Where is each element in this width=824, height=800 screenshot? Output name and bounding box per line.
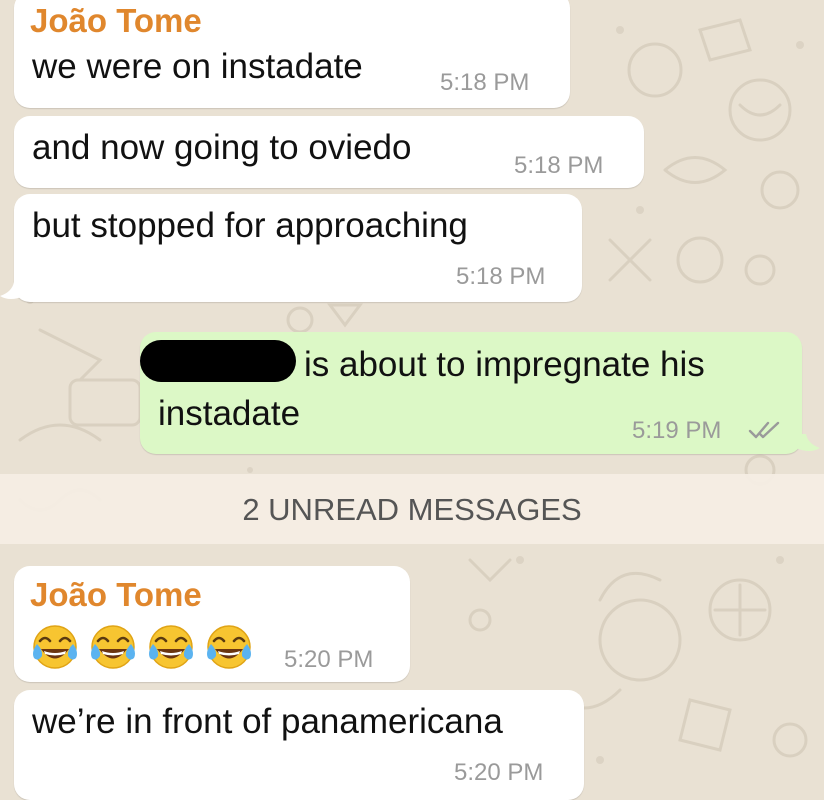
- bubble-tail: [0, 282, 24, 299]
- bubble-tail: [796, 434, 820, 451]
- message-text: and now going to oviedo: [32, 128, 412, 167]
- message-timestamp: 5:18 PM: [456, 263, 546, 290]
- unread-messages-label: 2 UNREAD MESSAGES: [242, 492, 582, 527]
- message-bubble-incoming[interactable]: and now going to oviedo 5:18 PM: [14, 116, 644, 188]
- message-bubble-incoming[interactable]: we’re in front of panamericana 5:20 PM: [14, 690, 584, 800]
- message-text: we’re in front of panamericana: [32, 702, 503, 741]
- message-text: is about to impregnate his: [304, 345, 705, 384]
- face-with-tears-of-joy-icon: [33, 625, 77, 669]
- message-text: but stopped for approaching: [32, 206, 468, 245]
- message-timestamp: 5:18 PM: [514, 152, 604, 179]
- message-timestamp: 5:18 PM: [440, 69, 530, 96]
- message-timestamp: 5:20 PM: [454, 759, 544, 786]
- message-text-line: instadate: [158, 394, 301, 433]
- message-text-line: is about to impregnate his: [140, 340, 705, 389]
- message-timestamp: 5:19 PM: [632, 417, 722, 444]
- redacted-name: [140, 340, 296, 382]
- message-bubble-outgoing[interactable]: is about to impregnate his instadate 5:1…: [140, 332, 802, 454]
- message-text: we were on instadate: [32, 47, 363, 86]
- face-with-tears-of-joy-icon: [149, 625, 193, 669]
- message-timestamp: 5:20 PM: [284, 646, 374, 673]
- message-bubble-incoming[interactable]: but stopped for approaching 5:18 PM: [14, 194, 582, 302]
- face-with-tears-of-joy-icon: [91, 625, 135, 669]
- unread-messages-divider: 2 UNREAD MESSAGES: [0, 474, 824, 544]
- message-bubble-incoming[interactable]: João Tome we were on instadate 5:18 PM: [14, 0, 570, 108]
- double-check-icon: [748, 421, 780, 439]
- face-with-tears-of-joy-icon: [207, 625, 251, 669]
- sender-name[interactable]: João Tome: [30, 577, 202, 613]
- sender-name[interactable]: João Tome: [30, 3, 202, 39]
